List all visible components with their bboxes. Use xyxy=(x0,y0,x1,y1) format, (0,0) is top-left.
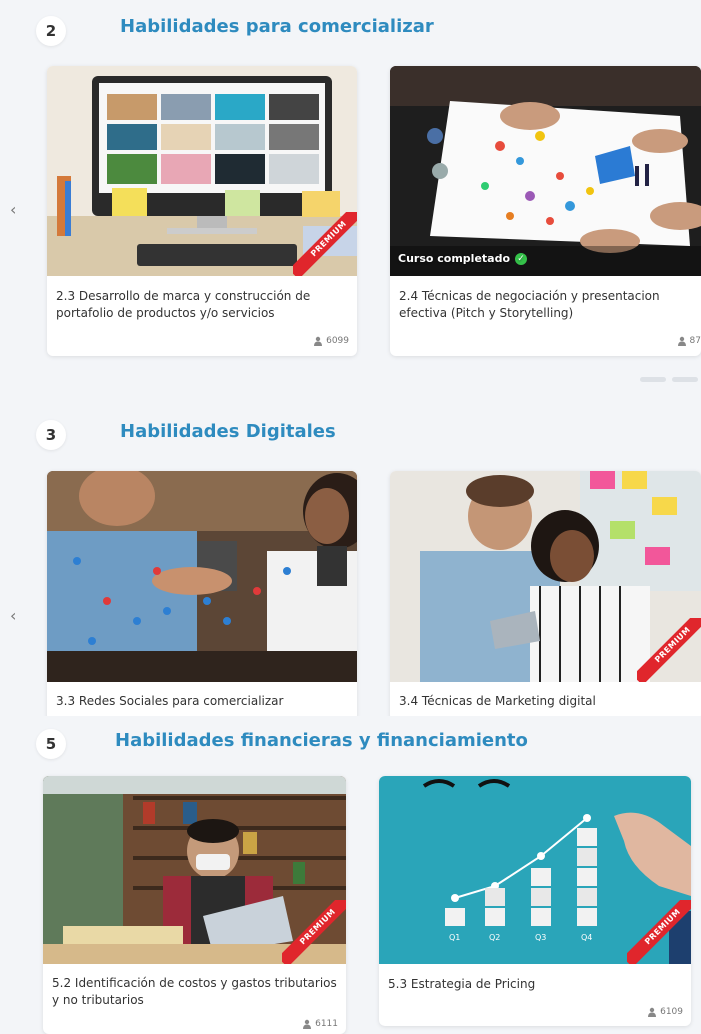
course-card[interactable]: 3.3 Redes Sociales para comercializar xyxy=(47,471,357,721)
section-title: Habilidades para comercializar xyxy=(120,16,434,37)
carousel-pagination[interactable] xyxy=(640,377,698,382)
completed-text: Curso completado xyxy=(398,252,511,265)
course-list-page: 2 Habilidades para comercializar ‹ PREMI… xyxy=(0,0,701,1034)
enrolled-count: 6099 xyxy=(313,336,349,346)
section-number: 2 xyxy=(36,16,66,46)
premium-ribbon: PREMIUM xyxy=(293,212,357,276)
course-card[interactable]: PREMIUM 5.2 Identificación de costos y g… xyxy=(43,776,346,1034)
carousel-prev-arrow[interactable]: ‹ xyxy=(10,606,16,625)
user-icon xyxy=(303,1019,312,1029)
enrolled-count: 6109 xyxy=(647,1007,683,1017)
premium-ribbon: PREMIUM xyxy=(282,900,346,964)
user-icon xyxy=(677,336,686,346)
course-title: 5.3 Estrategia de Pricing xyxy=(388,977,536,991)
section-number: 5 xyxy=(36,729,66,759)
course-title: 3.4 Técnicas de Marketing digital xyxy=(399,694,596,708)
course-card[interactable]: Curso completado ✓ 2.4 Técnicas de negoc… xyxy=(390,66,701,356)
carousel-prev-arrow[interactable]: ‹ xyxy=(10,200,16,219)
chart-label-q4: Q4 xyxy=(581,933,592,942)
course-title: 2.3 Desarrollo de marca y construcción d… xyxy=(56,289,311,320)
user-icon xyxy=(314,336,323,346)
enrolled-count: 87 xyxy=(677,336,701,346)
course-title: 3.3 Redes Sociales para comercializar xyxy=(56,694,284,708)
enrolled-number: 6099 xyxy=(326,336,349,346)
enrolled-number: 6111 xyxy=(315,1019,338,1029)
premium-ribbon: PREMIUM xyxy=(637,618,701,682)
course-card[interactable]: Q1 Q2 Q3 Q4 PREMIUM 5.3 Estrategia de Pr… xyxy=(379,776,691,1026)
chart-label-q2: Q2 xyxy=(489,933,500,942)
course-card[interactable]: PREMIUM 2.3 Desarrollo de marca y constr… xyxy=(47,66,357,356)
section-number: 3 xyxy=(36,420,66,450)
course-card[interactable]: PREMIUM 3.4 Técnicas de Marketing digita… xyxy=(390,471,701,721)
chart-label-q3: Q3 xyxy=(535,933,546,942)
enrolled-number: 87 xyxy=(689,336,701,346)
section-header-2: 2 Habilidades para comercializar xyxy=(0,8,701,48)
enrolled-number: 6109 xyxy=(660,1007,683,1017)
course-thumbnail xyxy=(47,471,357,682)
course-thumbnail xyxy=(390,66,701,276)
course-completed-label: Curso completado ✓ xyxy=(398,252,528,265)
chart-label-q1: Q1 xyxy=(449,933,460,942)
section-header-3: 3 Habilidades Digitales xyxy=(0,415,701,455)
section-5: 5 Habilidades financieras y financiamien… xyxy=(0,716,701,1034)
user-icon xyxy=(648,1007,657,1017)
course-title: 2.4 Técnicas de negociación y presentaci… xyxy=(399,289,660,320)
course-title: 5.2 Identificación de costos y gastos tr… xyxy=(52,976,337,1007)
premium-ribbon: PREMIUM xyxy=(627,900,691,964)
section-title: Habilidades financieras y financiamiento xyxy=(115,730,528,751)
check-circle-icon: ✓ xyxy=(515,252,528,265)
section-title: Habilidades Digitales xyxy=(120,421,336,442)
enrolled-count: 6111 xyxy=(302,1019,338,1029)
